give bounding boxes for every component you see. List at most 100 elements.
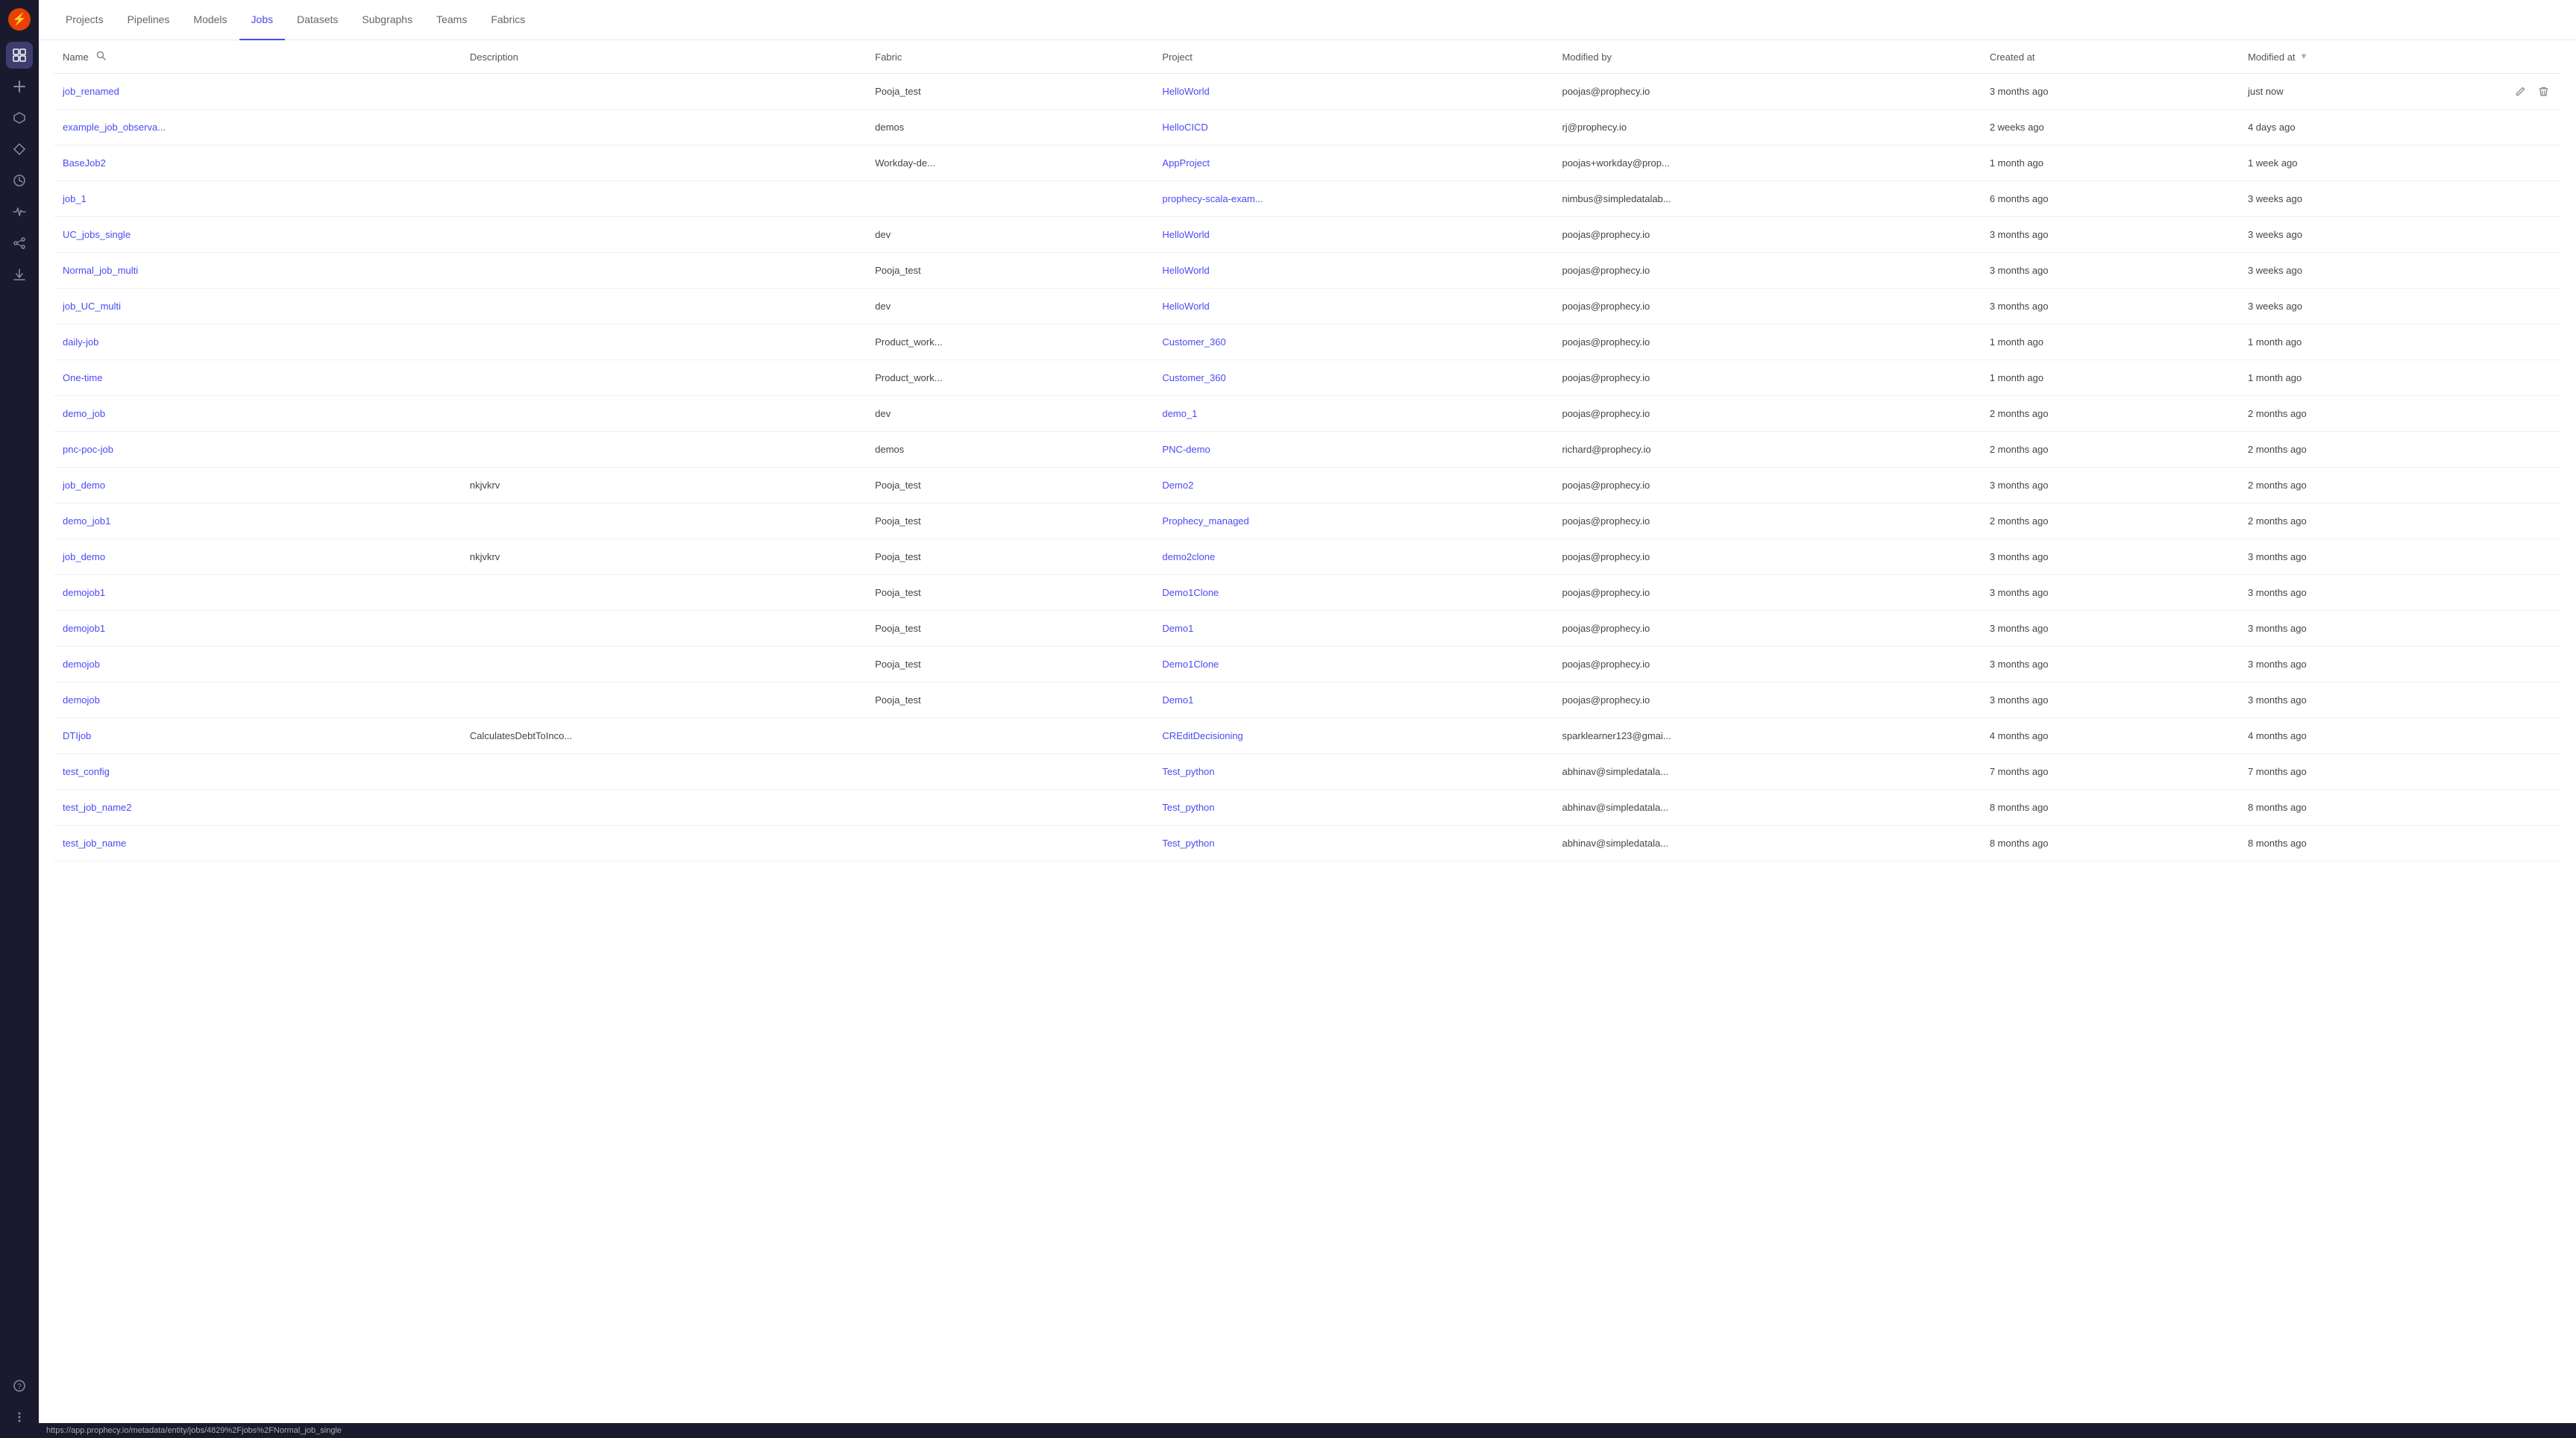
sidebar-icon-download[interactable] xyxy=(6,261,33,288)
job-project-link[interactable]: PNC-demo xyxy=(1162,444,1210,455)
edit-button[interactable] xyxy=(2512,83,2529,100)
sidebar-icon-grid[interactable] xyxy=(6,42,33,69)
delete-button[interactable] xyxy=(2535,333,2552,351)
nav-tab-fabrics[interactable]: Fabrics xyxy=(479,0,537,40)
edit-button[interactable] xyxy=(2512,799,2529,816)
edit-button[interactable] xyxy=(2512,512,2529,530)
edit-button[interactable] xyxy=(2512,763,2529,780)
job-name-link[interactable]: test_config xyxy=(63,766,110,777)
delete-button[interactable] xyxy=(2535,441,2552,458)
job-name-link[interactable]: BaseJob2 xyxy=(63,157,106,169)
name-search-icon[interactable] xyxy=(96,51,106,63)
edit-button[interactable] xyxy=(2512,835,2529,852)
nav-tab-projects[interactable]: Projects xyxy=(54,0,116,40)
job-project-link[interactable]: demo_1 xyxy=(1162,408,1197,419)
job-project-link[interactable]: Demo2 xyxy=(1162,480,1193,491)
delete-button[interactable] xyxy=(2535,799,2552,816)
sidebar-icon-plus[interactable] xyxy=(6,73,33,100)
edit-button[interactable] xyxy=(2512,548,2529,565)
job-name-link[interactable]: job_demo xyxy=(63,480,105,491)
job-name-link[interactable]: demo_job xyxy=(63,408,105,419)
edit-button[interactable] xyxy=(2512,226,2529,243)
delete-button[interactable] xyxy=(2535,226,2552,243)
job-name-link[interactable]: demojob1 xyxy=(63,587,105,598)
job-name-link[interactable]: example_job_observa... xyxy=(63,122,166,133)
delete-button[interactable] xyxy=(2535,548,2552,565)
job-project-link[interactable]: Test_python xyxy=(1162,766,1214,777)
edit-button[interactable] xyxy=(2512,333,2529,351)
edit-button[interactable] xyxy=(2512,477,2529,494)
nav-tab-datasets[interactable]: Datasets xyxy=(285,0,350,40)
job-project-link[interactable]: Demo1Clone xyxy=(1162,659,1219,670)
col-header-modified-at[interactable]: Modified at ▼ xyxy=(2239,40,2501,74)
job-name-link[interactable]: UC_jobs_single xyxy=(63,229,131,240)
job-name-link[interactable]: job_UC_multi xyxy=(63,301,121,312)
delete-button[interactable] xyxy=(2535,405,2552,422)
job-name-link[interactable]: One-time xyxy=(63,372,102,383)
job-project-link[interactable]: HelloCICD xyxy=(1162,122,1207,133)
job-name-link[interactable]: pnc-poc-job xyxy=(63,444,113,455)
sidebar-icon-help[interactable]: ? xyxy=(6,1372,33,1399)
delete-button[interactable] xyxy=(2535,477,2552,494)
job-project-link[interactable]: Demo1 xyxy=(1162,623,1193,634)
job-name-link[interactable]: demojob xyxy=(63,659,100,670)
job-project-link[interactable]: Demo1 xyxy=(1162,694,1193,706)
job-project-link[interactable]: demo2clone xyxy=(1162,551,1215,562)
delete-button[interactable] xyxy=(2535,512,2552,530)
edit-button[interactable] xyxy=(2512,405,2529,422)
job-project-link[interactable]: CREditDecisioning xyxy=(1162,730,1243,741)
nav-tab-subgraphs[interactable]: Subgraphs xyxy=(350,0,424,40)
sidebar-icon-pulse[interactable] xyxy=(6,198,33,225)
delete-button[interactable] xyxy=(2535,154,2552,172)
delete-button[interactable] xyxy=(2535,656,2552,673)
job-name-link[interactable]: daily-job xyxy=(63,336,98,348)
delete-button[interactable] xyxy=(2535,119,2552,136)
job-project-link[interactable]: Demo1Clone xyxy=(1162,587,1219,598)
nav-tab-teams[interactable]: Teams xyxy=(424,0,479,40)
nav-tab-models[interactable]: Models xyxy=(181,0,239,40)
job-name-link[interactable]: job_1 xyxy=(63,193,87,204)
delete-button[interactable] xyxy=(2535,835,2552,852)
delete-button[interactable] xyxy=(2535,369,2552,386)
edit-button[interactable] xyxy=(2512,298,2529,315)
sidebar-icon-diamond[interactable] xyxy=(6,136,33,163)
job-project-link[interactable]: HelloWorld xyxy=(1162,265,1209,276)
delete-button[interactable] xyxy=(2535,298,2552,315)
edit-button[interactable] xyxy=(2512,727,2529,744)
job-project-link[interactable]: AppProject xyxy=(1162,157,1210,169)
delete-button[interactable] xyxy=(2535,691,2552,709)
job-project-link[interactable]: Prophecy_managed xyxy=(1162,515,1248,527)
edit-button[interactable] xyxy=(2512,190,2529,207)
job-project-link[interactable]: Customer_360 xyxy=(1162,336,1225,348)
job-name-link[interactable]: demo_job1 xyxy=(63,515,110,527)
delete-button[interactable] xyxy=(2535,763,2552,780)
job-name-link[interactable]: job_renamed xyxy=(63,86,119,97)
delete-button[interactable] xyxy=(2535,83,2552,100)
job-project-link[interactable]: Test_python xyxy=(1162,802,1214,813)
edit-button[interactable] xyxy=(2512,656,2529,673)
edit-button[interactable] xyxy=(2512,584,2529,601)
edit-button[interactable] xyxy=(2512,620,2529,637)
sidebar-icon-clock[interactable] xyxy=(6,167,33,194)
job-project-link[interactable]: HelloWorld xyxy=(1162,86,1209,97)
sidebar-icon-share[interactable] xyxy=(6,230,33,257)
edit-button[interactable] xyxy=(2512,441,2529,458)
edit-button[interactable] xyxy=(2512,691,2529,709)
app-logo[interactable]: ⚡ xyxy=(7,7,31,31)
edit-button[interactable] xyxy=(2512,369,2529,386)
job-project-link[interactable]: HelloWorld xyxy=(1162,229,1209,240)
job-name-link[interactable]: demojob xyxy=(63,694,100,706)
delete-button[interactable] xyxy=(2535,727,2552,744)
delete-button[interactable] xyxy=(2535,190,2552,207)
delete-button[interactable] xyxy=(2535,262,2552,279)
job-project-link[interactable]: prophecy-scala-exam... xyxy=(1162,193,1263,204)
job-name-link[interactable]: demojob1 xyxy=(63,623,105,634)
delete-button[interactable] xyxy=(2535,584,2552,601)
job-project-link[interactable]: Test_python xyxy=(1162,838,1214,849)
edit-button[interactable] xyxy=(2512,154,2529,172)
job-name-link[interactable]: DTIjob xyxy=(63,730,91,741)
job-name-link[interactable]: test_job_name xyxy=(63,838,126,849)
edit-button[interactable] xyxy=(2512,262,2529,279)
job-project-link[interactable]: HelloWorld xyxy=(1162,301,1209,312)
nav-tab-pipelines[interactable]: Pipelines xyxy=(116,0,182,40)
